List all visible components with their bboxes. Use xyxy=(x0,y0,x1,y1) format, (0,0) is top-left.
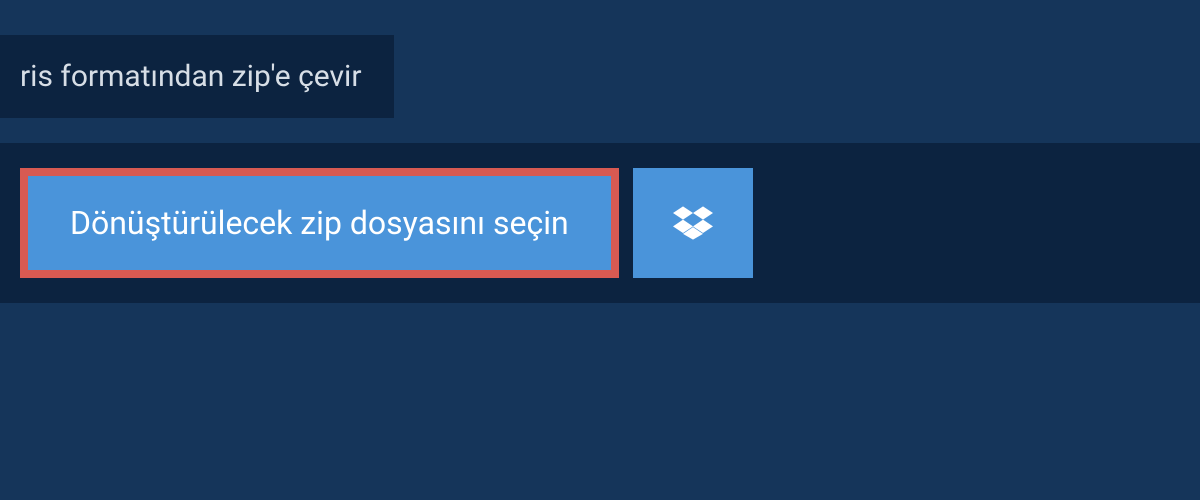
upload-panel: Dönüştürülecek zip dosyasını seçin xyxy=(0,143,1200,303)
select-file-button[interactable]: Dönüştürülecek zip dosyasını seçin xyxy=(20,168,619,278)
page-title-tab: ris formatından zip'e çevir xyxy=(0,35,394,118)
dropbox-icon xyxy=(673,203,713,243)
button-row: Dönüştürülecek zip dosyasını seçin xyxy=(20,168,1180,278)
dropbox-button[interactable] xyxy=(633,168,753,278)
page-title: ris formatından zip'e çevir xyxy=(20,59,362,94)
select-file-label: Dönüştürülecek zip dosyasını seçin xyxy=(70,204,569,242)
